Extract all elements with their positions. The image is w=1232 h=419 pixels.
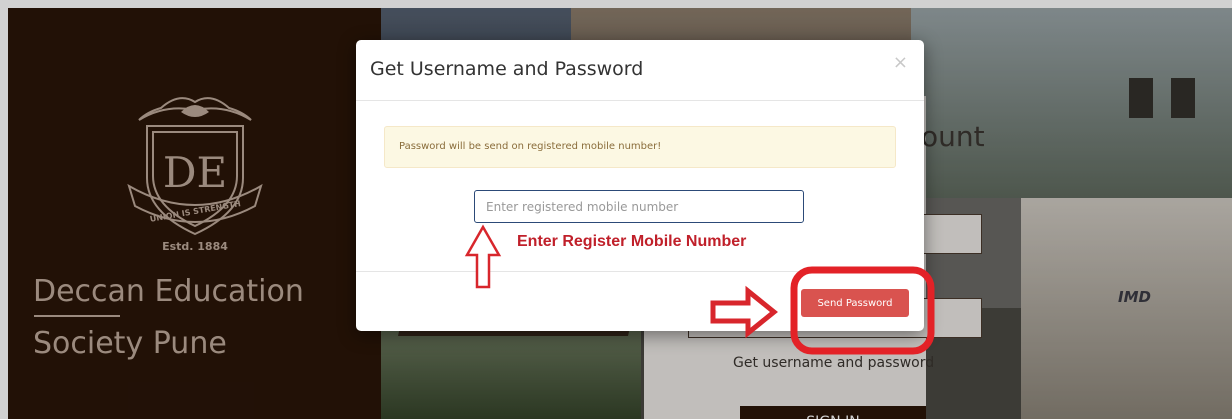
right-arrow-annotation-icon (710, 285, 778, 339)
up-arrow-annotation-icon (464, 224, 502, 289)
send-button-highlight (790, 266, 935, 355)
annotation-layer (464, 224, 935, 355)
annotation-hint: Enter Register Mobile Number (517, 233, 747, 250)
